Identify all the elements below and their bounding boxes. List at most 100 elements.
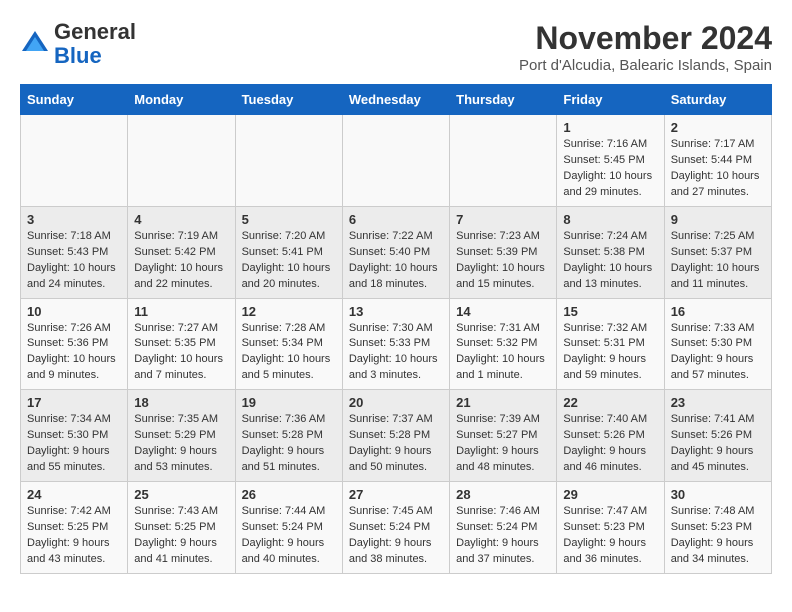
weekday-header: Sunday [21, 85, 128, 115]
calendar-cell [128, 115, 235, 207]
calendar-cell [235, 115, 342, 207]
day-number: 26 [242, 487, 336, 502]
day-number: 5 [242, 212, 336, 227]
day-number: 11 [134, 304, 228, 319]
day-info: Sunrise: 7:40 AM Sunset: 5:26 PM Dayligh… [563, 412, 657, 476]
day-number: 21 [456, 395, 550, 410]
logo-text: General Blue [54, 20, 136, 68]
day-info: Sunrise: 7:45 AM Sunset: 5:24 PM Dayligh… [349, 504, 443, 568]
day-info: Sunrise: 7:27 AM Sunset: 5:35 PM Dayligh… [134, 321, 228, 385]
day-number: 9 [671, 212, 765, 227]
day-number: 14 [456, 304, 550, 319]
calendar-cell: 19 Sunrise: 7:36 AM Sunset: 5:28 PM Dayli… [235, 390, 342, 482]
calendar-week-row: 17 Sunrise: 7:34 AM Sunset: 5:30 PM Dayli… [21, 390, 772, 482]
logo-general: General [54, 19, 136, 44]
weekday-header-row: SundayMondayTuesdayWednesdayThursdayFrid… [21, 85, 772, 115]
weekday-header: Monday [128, 85, 235, 115]
calendar-cell: 2 Sunrise: 7:17 AM Sunset: 5:44 PM Daylig… [664, 115, 771, 207]
day-info: Sunrise: 7:41 AM Sunset: 5:26 PM Dayligh… [671, 412, 765, 476]
calendar-cell: 28 Sunrise: 7:46 AM Sunset: 5:24 PM Dayli… [450, 482, 557, 574]
calendar-cell: 24 Sunrise: 7:42 AM Sunset: 5:25 PM Dayli… [21, 482, 128, 574]
day-number: 24 [27, 487, 121, 502]
calendar-cell: 16 Sunrise: 7:33 AM Sunset: 5:30 PM Dayli… [664, 298, 771, 390]
day-info: Sunrise: 7:37 AM Sunset: 5:28 PM Dayligh… [349, 412, 443, 476]
calendar-cell [342, 115, 449, 207]
day-number: 22 [563, 395, 657, 410]
day-number: 25 [134, 487, 228, 502]
day-info: Sunrise: 7:32 AM Sunset: 5:31 PM Dayligh… [563, 321, 657, 385]
calendar-cell [450, 115, 557, 207]
day-info: Sunrise: 7:28 AM Sunset: 5:34 PM Dayligh… [242, 321, 336, 385]
day-info: Sunrise: 7:35 AM Sunset: 5:29 PM Dayligh… [134, 412, 228, 476]
day-info: Sunrise: 7:30 AM Sunset: 5:33 PM Dayligh… [349, 321, 443, 385]
day-number: 15 [563, 304, 657, 319]
day-info: Sunrise: 7:48 AM Sunset: 5:23 PM Dayligh… [671, 504, 765, 568]
day-info: Sunrise: 7:39 AM Sunset: 5:27 PM Dayligh… [456, 412, 550, 476]
calendar-cell: 13Sunrise: 7:30 AM Sunset: 5:33 PM Dayli… [342, 298, 449, 390]
day-info: Sunrise: 7:18 AM Sunset: 5:43 PM Dayligh… [27, 229, 121, 293]
day-info: Sunrise: 7:33 AM Sunset: 5:30 PM Dayligh… [671, 321, 765, 385]
calendar-cell: 4 Sunrise: 7:19 AM Sunset: 5:42 PM Daylig… [128, 206, 235, 298]
calendar-week-row: 10 Sunrise: 7:26 AM Sunset: 5:36 PM Dayli… [21, 298, 772, 390]
calendar-cell: 20 Sunrise: 7:37 AM Sunset: 5:28 PM Dayli… [342, 390, 449, 482]
day-number: 19 [242, 395, 336, 410]
calendar-cell: 10 Sunrise: 7:26 AM Sunset: 5:36 PM Dayli… [21, 298, 128, 390]
calendar-cell: 6Sunrise: 7:22 AM Sunset: 5:40 PM Daylig… [342, 206, 449, 298]
day-number: 18 [134, 395, 228, 410]
day-info: Sunrise: 7:36 AM Sunset: 5:28 PM Dayligh… [242, 412, 336, 476]
day-number: 23 [671, 395, 765, 410]
calendar-cell [21, 115, 128, 207]
day-number: 29 [563, 487, 657, 502]
calendar-cell: 17 Sunrise: 7:34 AM Sunset: 5:30 PM Dayli… [21, 390, 128, 482]
calendar-cell: 15 Sunrise: 7:32 AM Sunset: 5:31 PM Dayli… [557, 298, 664, 390]
weekday-header: Saturday [664, 85, 771, 115]
day-info: Sunrise: 7:31 AM Sunset: 5:32 PM Dayligh… [456, 321, 550, 385]
day-number: 30 [671, 487, 765, 502]
calendar-cell: 1Sunrise: 7:16 AM Sunset: 5:45 PM Daylig… [557, 115, 664, 207]
day-info: Sunrise: 7:24 AM Sunset: 5:38 PM Dayligh… [563, 229, 657, 293]
day-number: 2 [671, 120, 765, 135]
calendar-cell: 3Sunrise: 7:18 AM Sunset: 5:43 PM Daylig… [21, 206, 128, 298]
calendar-week-row: 24 Sunrise: 7:42 AM Sunset: 5:25 PM Dayli… [21, 482, 772, 574]
day-number: 28 [456, 487, 550, 502]
day-number: 7 [456, 212, 550, 227]
location-title: Port d'Alcudia, Balearic Islands, Spain [519, 57, 772, 74]
day-info: Sunrise: 7:26 AM Sunset: 5:36 PM Dayligh… [27, 321, 121, 385]
day-info: Sunrise: 7:20 AM Sunset: 5:41 PM Dayligh… [242, 229, 336, 293]
weekday-header: Friday [557, 85, 664, 115]
day-info: Sunrise: 7:44 AM Sunset: 5:24 PM Dayligh… [242, 504, 336, 568]
calendar-cell: 11 Sunrise: 7:27 AM Sunset: 5:35 PM Dayli… [128, 298, 235, 390]
day-number: 20 [349, 395, 443, 410]
calendar-week-row: 3Sunrise: 7:18 AM Sunset: 5:43 PM Daylig… [21, 206, 772, 298]
logo-icon [20, 29, 50, 59]
weekday-header: Wednesday [342, 85, 449, 115]
logo: General Blue [20, 20, 136, 68]
day-number: 8 [563, 212, 657, 227]
day-info: Sunrise: 7:19 AM Sunset: 5:42 PM Dayligh… [134, 229, 228, 293]
day-number: 17 [27, 395, 121, 410]
day-number: 27 [349, 487, 443, 502]
calendar-cell: 27 Sunrise: 7:45 AM Sunset: 5:24 PM Dayli… [342, 482, 449, 574]
weekday-header: Thursday [450, 85, 557, 115]
day-number: 6 [349, 212, 443, 227]
day-number: 16 [671, 304, 765, 319]
calendar-cell: 18 Sunrise: 7:35 AM Sunset: 5:29 PM Dayli… [128, 390, 235, 482]
calendar-cell: 30 Sunrise: 7:48 AM Sunset: 5:23 PM Dayli… [664, 482, 771, 574]
day-info: Sunrise: 7:17 AM Sunset: 5:44 PM Dayligh… [671, 137, 765, 201]
calendar-week-row: 1Sunrise: 7:16 AM Sunset: 5:45 PM Daylig… [21, 115, 772, 207]
calendar-cell: 9 Sunrise: 7:25 AM Sunset: 5:37 PM Daylig… [664, 206, 771, 298]
day-number: 4 [134, 212, 228, 227]
day-info: Sunrise: 7:47 AM Sunset: 5:23 PM Dayligh… [563, 504, 657, 568]
page-header: General Blue November 2024 Port d'Alcudi… [20, 20, 772, 74]
title-block: November 2024 Port d'Alcudia, Balearic I… [519, 20, 772, 74]
day-number: 10 [27, 304, 121, 319]
calendar-cell: 5 Sunrise: 7:20 AM Sunset: 5:41 PM Daylig… [235, 206, 342, 298]
day-number: 12 [242, 304, 336, 319]
calendar-cell: 25Sunrise: 7:43 AM Sunset: 5:25 PM Dayli… [128, 482, 235, 574]
calendar-table: SundayMondayTuesdayWednesdayThursdayFrid… [20, 84, 772, 574]
day-info: Sunrise: 7:42 AM Sunset: 5:25 PM Dayligh… [27, 504, 121, 568]
day-info: Sunrise: 7:46 AM Sunset: 5:24 PM Dayligh… [456, 504, 550, 568]
calendar-cell: 21 Sunrise: 7:39 AM Sunset: 5:27 PM Dayli… [450, 390, 557, 482]
day-info: Sunrise: 7:25 AM Sunset: 5:37 PM Dayligh… [671, 229, 765, 293]
day-info: Sunrise: 7:34 AM Sunset: 5:30 PM Dayligh… [27, 412, 121, 476]
